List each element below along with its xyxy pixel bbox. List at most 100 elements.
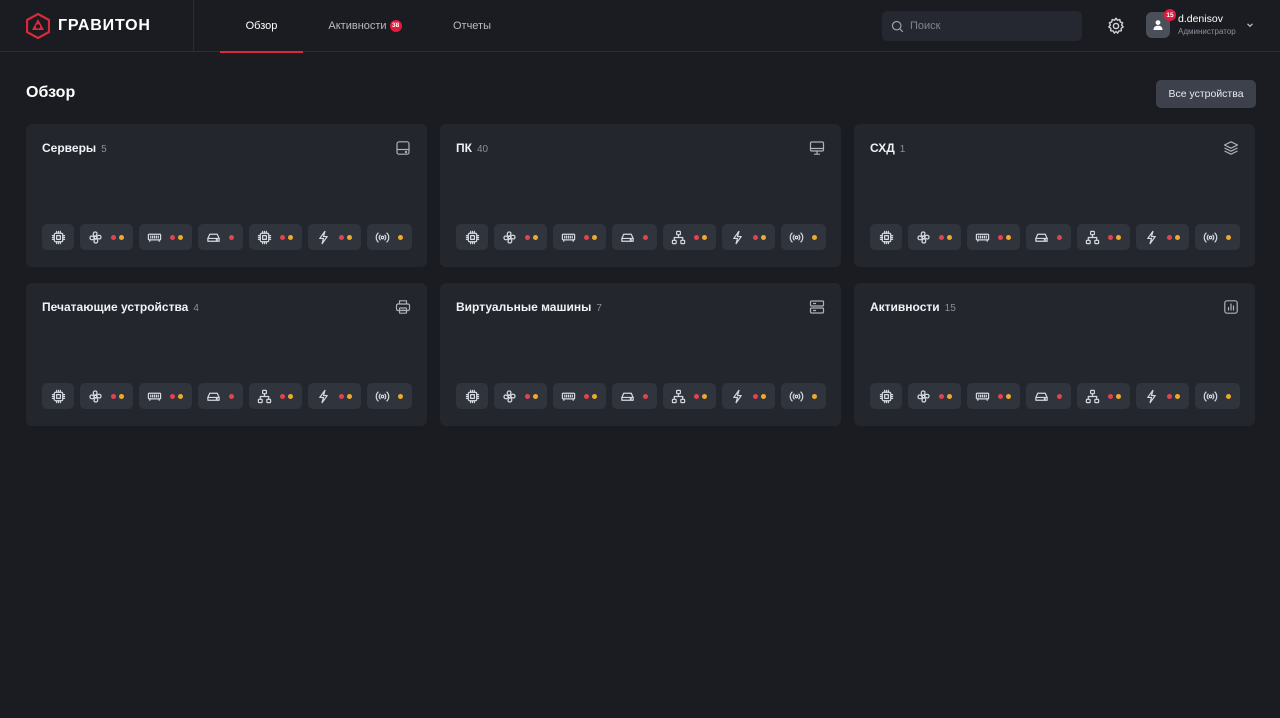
warning-dot (812, 393, 817, 399)
gear-icon[interactable] (1106, 16, 1126, 36)
tab-reports[interactable]: Отчеты (427, 0, 517, 52)
status-chip-network[interactable] (1077, 224, 1130, 250)
card-title: Серверы (42, 141, 97, 155)
search-input[interactable] (910, 20, 1070, 32)
status-chip-hard-drive[interactable] (612, 383, 657, 409)
hard-drive-icon (1035, 233, 1048, 242)
status-chip-power[interactable] (722, 383, 775, 409)
critical-dot (694, 234, 699, 240)
status-chip-network[interactable] (663, 383, 716, 409)
critical-dot (1108, 393, 1113, 399)
status-chip-memory[interactable] (967, 224, 1020, 250)
status-chip-power[interactable] (1136, 224, 1189, 250)
card-count: 1 (899, 144, 906, 155)
brand-logo[interactable]: ГРАВИТОН (0, 0, 194, 52)
status-chips (456, 383, 826, 409)
status-chip-wireless[interactable] (1195, 224, 1240, 250)
status-chip-hard-drive[interactable] (612, 224, 657, 250)
chevron-down-icon[interactable] (1246, 21, 1254, 29)
user-menu[interactable]: 15 d.denisov Администратор (1146, 9, 1254, 38)
card-printers[interactable]: Печатающие устройства 4 (26, 283, 427, 426)
critical-dot (339, 393, 344, 399)
warning-dot (119, 234, 124, 240)
critical-dot (998, 234, 1003, 240)
avatar[interactable]: 15 (1146, 9, 1176, 38)
status-chip-processor[interactable] (42, 224, 74, 250)
status-chip-fan[interactable] (908, 224, 961, 250)
status-chip-memory[interactable] (139, 383, 192, 409)
status-chip-fan[interactable] (494, 224, 547, 250)
processor-icon (465, 389, 479, 403)
critical-dot (753, 234, 758, 240)
status-chip-processor[interactable] (42, 383, 74, 409)
power-icon (733, 389, 742, 403)
notification-badge: 15 (1164, 9, 1176, 21)
status-chip-memory[interactable] (139, 224, 192, 250)
critical-dot (229, 393, 234, 399)
search-box[interactable] (882, 11, 1082, 41)
status-chip-wireless[interactable] (781, 224, 826, 250)
status-chip-wireless[interactable] (1195, 383, 1240, 409)
status-chip-processor[interactable] (870, 224, 902, 250)
status-chip-power[interactable] (308, 224, 361, 250)
status-chip-memory[interactable] (967, 383, 1020, 409)
status-chip-hard-drive[interactable] (1026, 383, 1071, 409)
status-chip-memory[interactable] (553, 383, 606, 409)
hard-drive-icon (207, 233, 220, 242)
status-chip-memory[interactable] (553, 224, 606, 250)
status-chip-wireless[interactable] (367, 224, 412, 250)
status-chip-power[interactable] (308, 383, 361, 409)
status-chip-processor[interactable] (456, 383, 488, 409)
critical-dot (170, 393, 175, 399)
critical-dot (1167, 393, 1172, 399)
tab-overview[interactable]: Обзор (220, 0, 303, 53)
wireless-icon (1203, 390, 1218, 402)
brand-name: ГРАВИТОН (58, 16, 151, 34)
status-chips (456, 224, 826, 250)
card-pc[interactable]: ПК 40 (440, 124, 841, 267)
card-title: Печатающие устройства (42, 300, 189, 314)
critical-dot (584, 393, 589, 399)
status-chip-network[interactable] (1077, 383, 1130, 409)
status-chip-network[interactable] (249, 383, 302, 409)
user-name: d.denisov (1178, 13, 1223, 26)
status-chip-power[interactable] (722, 224, 775, 250)
processor-icon (51, 389, 65, 403)
card-servers[interactable]: Серверы 5 (26, 124, 427, 267)
card-count: 5 (101, 144, 107, 155)
status-chip-hard-drive[interactable] (198, 224, 243, 250)
tab-activities[interactable]: Активности 38 (303, 0, 427, 52)
warning-dot (347, 234, 352, 240)
all-devices-button[interactable]: Все устройства (1156, 80, 1256, 108)
wireless-icon (789, 390, 804, 402)
status-chip-fan[interactable] (80, 383, 133, 409)
activities-count-badge: 38 (389, 19, 402, 32)
status-chip-processor[interactable] (249, 224, 302, 250)
card-virtual-machines[interactable]: Виртуальные машины 7 (440, 283, 841, 426)
warning-dot (1226, 393, 1231, 399)
status-chip-hard-drive[interactable] (1026, 224, 1071, 250)
status-chip-wireless[interactable] (781, 383, 826, 409)
status-chip-processor[interactable] (870, 383, 902, 409)
status-chip-fan[interactable] (494, 383, 547, 409)
fan-icon (89, 389, 102, 403)
power-icon (1147, 389, 1156, 403)
status-chip-hard-drive[interactable] (198, 383, 243, 409)
critical-dot (1167, 234, 1172, 240)
card-activities[interactable]: Активности 15 (854, 283, 1255, 426)
card-count: 15 (944, 303, 956, 314)
warning-dot (533, 393, 538, 399)
memory-icon (561, 392, 576, 401)
status-chip-wireless[interactable] (367, 383, 412, 409)
status-chip-processor[interactable] (456, 224, 488, 250)
status-chip-power[interactable] (1136, 383, 1189, 409)
card-storage[interactable]: СХД 1 (854, 124, 1255, 267)
status-chip-fan[interactable] (908, 383, 961, 409)
warning-dot (288, 393, 293, 399)
status-chips (870, 383, 1240, 409)
hard-drive-icon (621, 233, 634, 242)
status-chip-fan[interactable] (80, 224, 133, 250)
status-chip-network[interactable] (663, 224, 716, 250)
power-icon (1147, 230, 1156, 244)
fan-icon (503, 389, 516, 403)
